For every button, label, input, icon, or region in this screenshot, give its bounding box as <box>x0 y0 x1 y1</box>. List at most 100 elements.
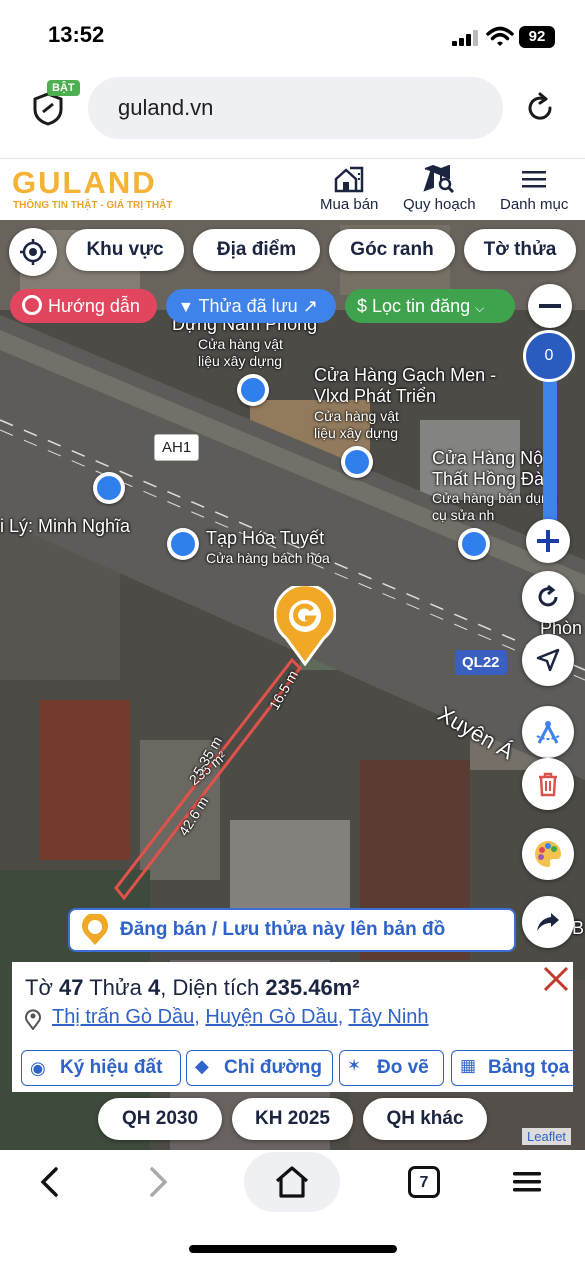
chip-khu-vuc[interactable]: Khu vực <box>66 229 184 271</box>
road-tag-ql22: QL22 <box>455 650 507 675</box>
filter-label: Lọc tin đăng <box>372 296 471 316</box>
poi-label: i Lý: Minh Nghĩa <box>0 516 131 536</box>
province-link[interactable]: Tây Ninh <box>348 1006 428 1028</box>
plus-icon <box>537 530 559 552</box>
poi-type-label: Cửa hàng vật liệu xây dựng <box>198 336 283 369</box>
poi-type-label: Cửa hàng bách hóa <box>206 550 330 566</box>
trash-icon <box>539 772 557 797</box>
sheet-label: Tờ <box>25 975 53 1000</box>
arrow-up-right-icon: ↗ <box>302 296 318 316</box>
shield-status-badge: BẬT <box>47 80 80 96</box>
town-link[interactable]: Thị trấn Gò Dầu <box>52 1006 194 1028</box>
leaflet-attribution[interactable]: Leaflet <box>522 1128 572 1145</box>
zoom-in-button[interactable] <box>526 519 570 563</box>
directions-icon: ◆ <box>195 1056 209 1076</box>
guide-button[interactable]: Hướng dẫn <box>10 289 157 323</box>
locate-me-button[interactable] <box>9 228 57 276</box>
nav-label: Danh mục <box>500 196 569 213</box>
nav-mua-ban[interactable]: Mua bán <box>320 165 378 213</box>
nav-danh-muc[interactable]: Danh mục <box>500 165 568 213</box>
store-marker[interactable] <box>93 472 125 504</box>
poi-label: Cửa Hàng Nội Thất Hồng Đào <box>432 448 555 489</box>
zoom-slider-track[interactable] <box>543 354 557 542</box>
plan-qh-2030[interactable]: QH 2030 <box>98 1098 222 1140</box>
wifi-icon <box>486 26 514 46</box>
nav-label: Mua bán <box>320 196 379 213</box>
share-button[interactable] <box>522 896 574 948</box>
cellular-signal-icon <box>452 30 478 46</box>
table-icon: ▦ <box>460 1056 477 1075</box>
parcel-summary: Tờ 47 Thửa 4, Diện tích 235.46m² <box>25 975 360 1001</box>
bookmark-icon: ▼ <box>178 299 194 316</box>
url-text[interactable]: guland.vn <box>118 95 213 121</box>
menu-icon <box>522 171 547 188</box>
saved-plots-button[interactable]: ▼ Thửa đã lưu ↗ <box>166 289 336 323</box>
zoom-slider-handle[interactable]: 0 <box>523 330 575 382</box>
zoom-out-button[interactable] <box>528 284 572 328</box>
saved-label: Thửa đã lưu <box>198 296 298 316</box>
share-icon <box>537 913 559 931</box>
post-listing-text[interactable]: Đăng bán / Lưu thửa này lên bản đồ <box>120 919 445 941</box>
plan-qh-khac[interactable]: QH khác <box>363 1098 487 1140</box>
plan-kh-2025[interactable]: KH 2025 <box>232 1098 353 1140</box>
poi-label: Tạp Hóa Tuyết <box>206 528 325 548</box>
store-marker[interactable] <box>237 374 269 406</box>
color-palette-button[interactable] <box>522 828 574 880</box>
delete-button[interactable] <box>522 758 574 810</box>
guide-label: Hướng dẫn <box>48 296 140 316</box>
lot-number: 4 <box>147 975 161 1000</box>
guland-pin-icon <box>82 914 108 945</box>
compass-icon: ✶ <box>347 1056 362 1075</box>
palette-icon <box>535 841 561 867</box>
navigate-button[interactable] <box>522 634 574 686</box>
chip-to-thua[interactable]: Tờ thửa <box>464 229 576 271</box>
action-label: Đo vẽ <box>377 1057 429 1078</box>
district-link[interactable]: Huyện Gò Dầu <box>205 1006 337 1028</box>
road-tag-ah1: AH1 <box>154 434 200 461</box>
location-pin-icon[interactable] <box>274 586 336 666</box>
home-city-icon <box>334 166 364 193</box>
palette-icon: ◉ <box>30 1058 46 1078</box>
sheet-number: 47 <box>59 975 84 1000</box>
guland-logo[interactable]: GULAND <box>12 165 157 201</box>
chip-goc-ranh[interactable]: Góc ranh <box>329 229 455 271</box>
poi-label: Cửa Hàng Gạch Men - Vlxd Phát Triển <box>314 365 497 406</box>
refresh-icon <box>538 584 558 607</box>
parcel-address: Thị trấn Gò Dầu, Huyện Gò Dầu, Tây Ninh <box>52 1006 429 1028</box>
home-indicator <box>189 1245 397 1253</box>
store-marker[interactable] <box>167 528 199 560</box>
map-search-icon <box>423 165 455 193</box>
action-label: Chỉ đường <box>224 1057 322 1078</box>
measure-tool-button[interactable] <box>522 706 574 758</box>
poi-type-label: Cửa hàng vật liệu xây dựng <box>314 408 399 441</box>
store-marker[interactable] <box>341 446 373 478</box>
tabs-button[interactable]: 7 <box>408 1166 440 1198</box>
filter-listings-button[interactable]: $ Lọc tin đăng ⌵ <box>345 289 515 323</box>
home-icon[interactable] <box>273 1164 311 1200</box>
browser-menu-icon[interactable] <box>511 1170 543 1194</box>
reload-icon[interactable] <box>522 90 558 126</box>
back-arrow-icon[interactable] <box>38 1166 62 1198</box>
battery-indicator: 92 <box>519 26 555 48</box>
crosshair-icon <box>20 239 46 265</box>
privacy-shield-icon[interactable] <box>32 92 64 126</box>
action-label: Bảng tọa <box>488 1057 570 1078</box>
chip-dia-diem[interactable]: Địa điểm <box>193 229 320 271</box>
navigation-arrow-icon <box>536 648 560 672</box>
site-tagline: THÔNG TIN THẬT - GIÁ TRỊ THẬT <box>13 200 173 211</box>
chevron-down-icon: ⌵ <box>475 301 485 315</box>
action-label: Ký hiệu đất <box>60 1057 163 1078</box>
area-value: 235.46m² <box>265 975 360 1000</box>
nav-quy-hoach[interactable]: Quy hoạch <box>403 165 476 213</box>
nav-label: Quy hoạch <box>403 196 476 213</box>
refresh-button[interactable] <box>522 571 574 623</box>
map-marker-icon <box>25 1009 41 1030</box>
store-marker[interactable] <box>458 528 490 560</box>
close-icon[interactable] <box>542 965 570 993</box>
dollar-icon: $ <box>357 296 368 316</box>
minus-icon <box>539 304 561 308</box>
forward-arrow-icon[interactable] <box>146 1166 170 1198</box>
compass-draw-icon <box>536 721 560 744</box>
status-time: 13:52 <box>48 22 105 47</box>
record-icon <box>22 295 42 315</box>
